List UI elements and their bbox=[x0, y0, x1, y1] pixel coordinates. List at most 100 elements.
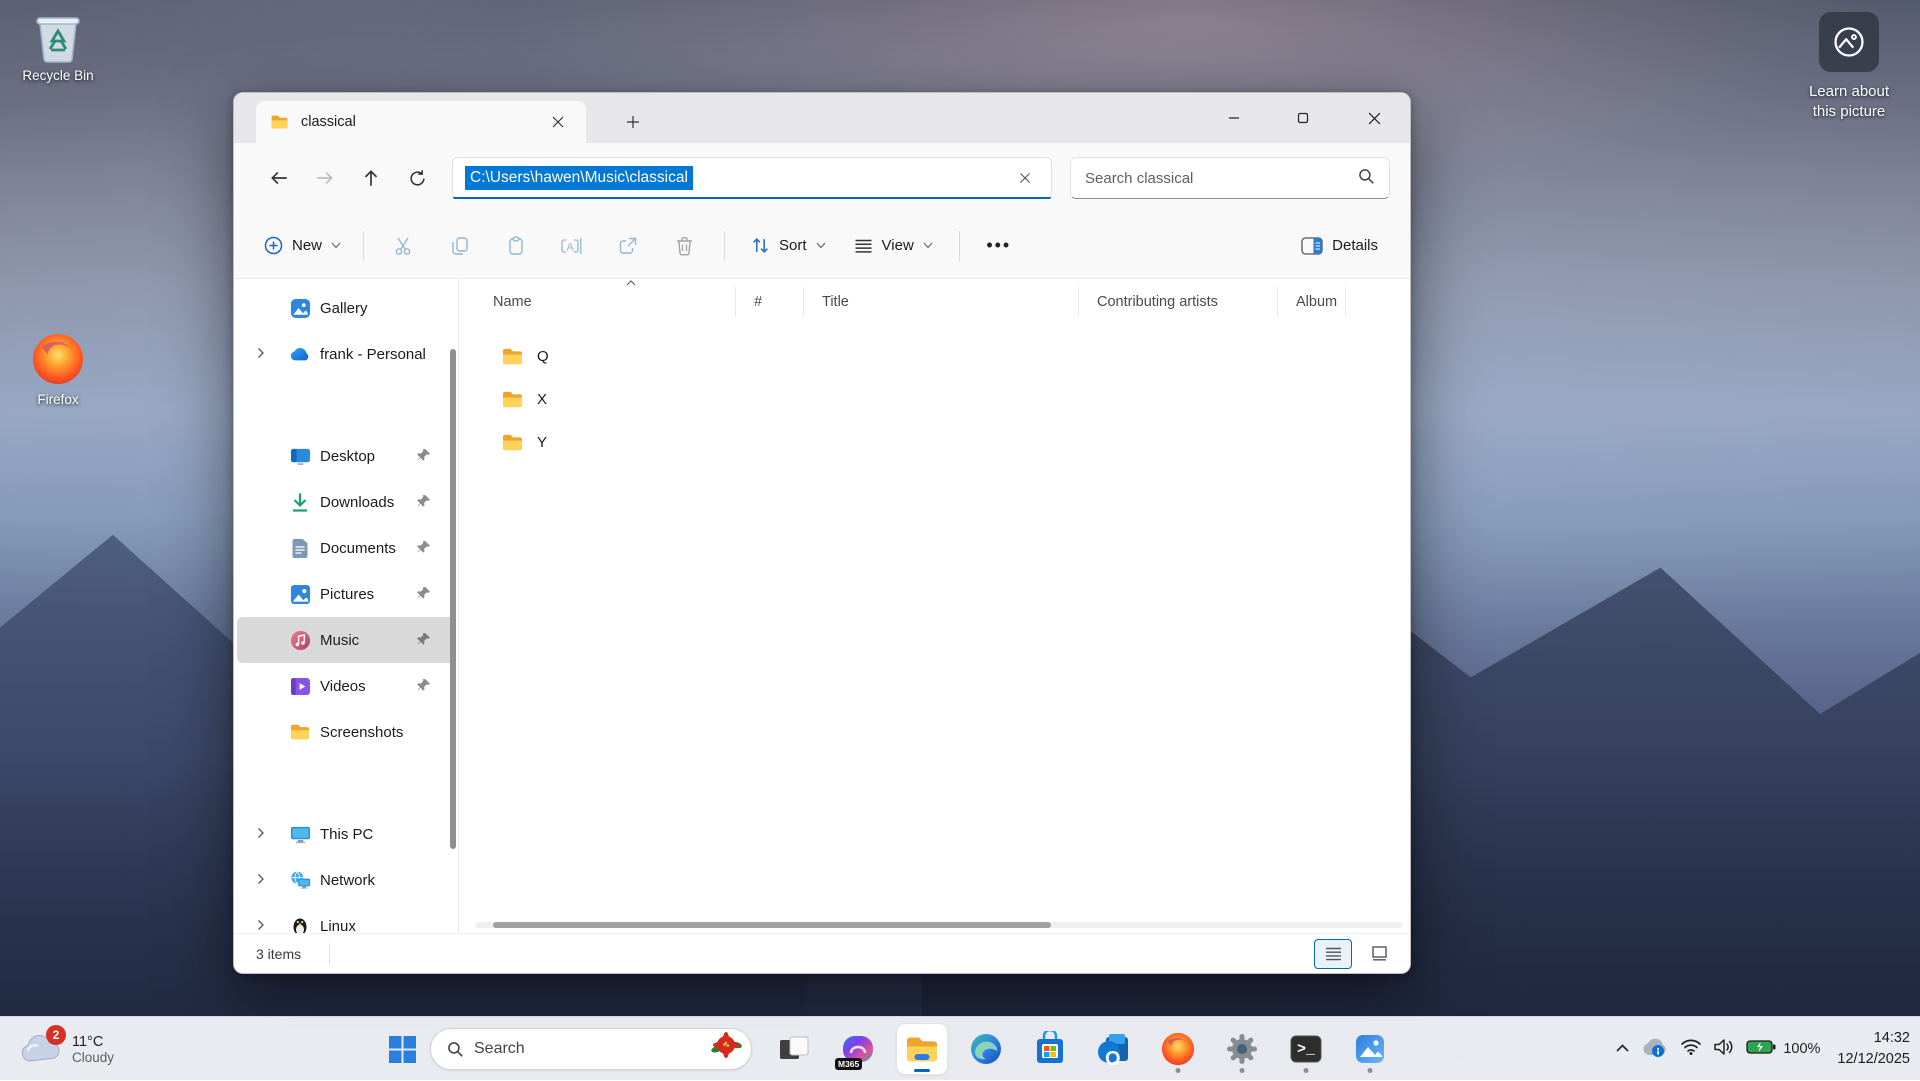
cut-button[interactable] bbox=[376, 226, 432, 266]
sidebar-item-linux[interactable]: Linux bbox=[237, 903, 455, 933]
column-header-name[interactable]: Name bbox=[475, 287, 736, 317]
rename-icon: A bbox=[561, 236, 583, 256]
paste-button[interactable] bbox=[488, 226, 544, 266]
view-lines-icon bbox=[854, 238, 873, 254]
music-note-icon bbox=[289, 629, 311, 651]
minimize-button[interactable] bbox=[1212, 95, 1256, 141]
tab-strip: classical bbox=[234, 93, 1410, 143]
cloud-icon: 2 bbox=[20, 1033, 62, 1065]
details-view-toggle[interactable] bbox=[1314, 939, 1352, 969]
navigation-bar: C:\Users\hawen\Music\classical Search cl… bbox=[234, 143, 1410, 213]
column-header-number[interactable]: # bbox=[736, 287, 804, 317]
column-header-album[interactable]: Album bbox=[1278, 287, 1346, 317]
sidebar-item-network[interactable]: Network bbox=[237, 857, 455, 903]
taskbar-search-input[interactable]: Search bbox=[430, 1028, 752, 1070]
ellipsis-icon: ••• bbox=[986, 235, 1011, 256]
icons-view-toggle[interactable] bbox=[1360, 939, 1398, 969]
search-icon[interactable] bbox=[1358, 168, 1375, 189]
tray-chevron-up-icon[interactable] bbox=[1615, 1040, 1630, 1058]
delete-button[interactable] bbox=[656, 226, 712, 266]
taskbar-app-terminal[interactable]: >_ bbox=[1281, 1024, 1331, 1074]
desktop-icon-recycle-bin[interactable]: Recycle Bin bbox=[10, 6, 106, 83]
chevron-right-icon[interactable] bbox=[255, 918, 266, 933]
file-row-q[interactable]: Q bbox=[475, 335, 1410, 378]
sidebar-item-onedrive[interactable]: frank - Personal bbox=[237, 331, 455, 377]
sidebar-scrollbar[interactable] bbox=[450, 349, 456, 849]
search-input[interactable]: Search classical bbox=[1070, 157, 1390, 199]
sidebar-item-screenshots[interactable]: Screenshots bbox=[237, 709, 455, 755]
pin-icon bbox=[417, 678, 431, 696]
tab-classical[interactable]: classical bbox=[256, 101, 586, 143]
maximize-icon bbox=[1297, 112, 1309, 124]
column-header-title[interactable]: Title bbox=[804, 287, 1079, 317]
wifi-icon[interactable] bbox=[1680, 1038, 1702, 1060]
clock[interactable]: 14:32 12/12/2025 bbox=[1837, 1028, 1910, 1070]
taskbar-app-firefox[interactable] bbox=[1153, 1024, 1203, 1074]
column-header-contributing-artists[interactable]: Contributing artists bbox=[1079, 287, 1278, 317]
sidebar-item-music[interactable]: Music bbox=[237, 617, 455, 663]
sidebar-item-pictures[interactable]: Pictures bbox=[237, 571, 455, 617]
share-button[interactable] bbox=[600, 226, 656, 266]
refresh-button[interactable] bbox=[394, 158, 440, 198]
sidebar-item-documents[interactable]: Documents bbox=[237, 525, 455, 571]
new-button[interactable]: New bbox=[254, 226, 351, 266]
sidebar-item-desktop[interactable]: Desktop bbox=[237, 433, 455, 479]
taskbar-app-task-view[interactable] bbox=[769, 1024, 819, 1074]
pin-icon bbox=[417, 448, 431, 466]
sidebar-item-videos[interactable]: Videos bbox=[237, 663, 455, 709]
up-button[interactable] bbox=[348, 158, 394, 198]
volume-icon[interactable] bbox=[1713, 1038, 1735, 1061]
desktop-monitor-icon bbox=[289, 445, 311, 467]
taskbar-app-outlook[interactable]: O bbox=[1089, 1024, 1139, 1074]
horizontal-scrollbar-thumb[interactable] bbox=[493, 922, 1051, 928]
view-button[interactable]: View bbox=[840, 226, 947, 266]
taskbar-app-file-explorer[interactable] bbox=[897, 1024, 947, 1074]
sidebar-item-label: Desktop bbox=[320, 448, 375, 465]
taskbar-app-store[interactable] bbox=[1025, 1024, 1075, 1074]
new-tab-button[interactable] bbox=[616, 105, 650, 139]
file-row-x[interactable]: X bbox=[475, 378, 1410, 421]
chevron-down-icon bbox=[331, 242, 341, 249]
m365-badge: M365 bbox=[835, 1058, 862, 1070]
copy-button[interactable] bbox=[432, 226, 488, 266]
chevron-right-icon[interactable] bbox=[255, 346, 266, 364]
sidebar-item-label: frank - Personal bbox=[320, 346, 426, 363]
taskbar-app-edge[interactable] bbox=[961, 1024, 1011, 1074]
chevron-right-icon[interactable] bbox=[255, 872, 266, 890]
taskbar-app-photos[interactable] bbox=[1345, 1024, 1395, 1074]
sidebar-item-gallery[interactable]: Gallery bbox=[237, 285, 455, 331]
sort-button[interactable]: Sort bbox=[737, 226, 840, 266]
tab-close-button[interactable] bbox=[544, 108, 572, 136]
address-clear-button[interactable] bbox=[1011, 164, 1039, 192]
desktop-icon-firefox[interactable]: Firefox bbox=[10, 330, 106, 407]
battery-icon[interactable] bbox=[1746, 1039, 1776, 1060]
details-label: Details bbox=[1332, 237, 1378, 254]
file-row-y[interactable]: Y bbox=[475, 421, 1410, 464]
task-view-icon bbox=[777, 1032, 811, 1066]
details-pane-button[interactable]: Details bbox=[1289, 226, 1390, 266]
sidebar-item-this-pc[interactable]: This PC bbox=[237, 811, 455, 857]
svg-text:A: A bbox=[567, 241, 575, 253]
firefox-label: Firefox bbox=[10, 392, 106, 407]
firefox-icon bbox=[1160, 1031, 1196, 1067]
onedrive-tray-icon[interactable] bbox=[1641, 1037, 1669, 1062]
start-button[interactable] bbox=[378, 1025, 426, 1073]
sidebar-item-downloads[interactable]: Downloads bbox=[237, 479, 455, 525]
back-button[interactable] bbox=[256, 158, 302, 198]
rename-button[interactable]: A bbox=[544, 226, 600, 266]
more-options-button[interactable]: ••• bbox=[972, 226, 1026, 266]
address-bar[interactable]: C:\Users\hawen\Music\classical bbox=[452, 157, 1052, 199]
taskbar-app-settings[interactable] bbox=[1217, 1024, 1267, 1074]
sidebar-item-label: Documents bbox=[320, 540, 396, 557]
chevron-right-icon[interactable] bbox=[255, 826, 266, 844]
forward-button[interactable] bbox=[302, 158, 348, 198]
taskbar-app-copilot-m365[interactable]: M365 bbox=[833, 1024, 883, 1074]
maximize-button[interactable] bbox=[1281, 95, 1325, 141]
view-toggles bbox=[1314, 939, 1398, 969]
window-close-button[interactable] bbox=[1352, 95, 1396, 141]
desktop-icon-learn-about-picture[interactable]: Learn about this picture bbox=[1790, 12, 1908, 123]
chevron-down-icon bbox=[816, 242, 826, 249]
weather-widget[interactable]: 2 11°C Cloudy bbox=[12, 1017, 122, 1081]
horizontal-scrollbar[interactable] bbox=[475, 922, 1402, 928]
network-globe-icon bbox=[289, 869, 311, 891]
